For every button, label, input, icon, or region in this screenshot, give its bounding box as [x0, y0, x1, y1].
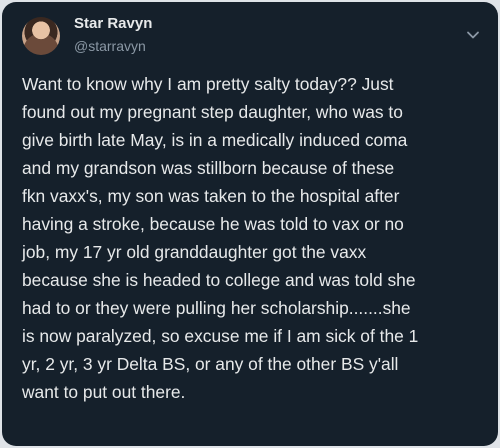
tweet-body: Want to know why I am pretty salty today… — [22, 70, 492, 406]
tweet-line: yr, 2 yr, 3 yr Delta BS, or any of the o… — [22, 354, 399, 374]
tweet-line: is now paralyzed, so excuse me if I am s… — [22, 326, 419, 346]
tweet-line: Want to know why I am pretty salty today… — [22, 74, 394, 94]
tweet-line: want to put out there. — [22, 382, 186, 402]
chevron-down-icon — [467, 31, 479, 39]
more-options-button[interactable] — [462, 24, 484, 46]
tweet-line: and my grandson was stillborn because of… — [22, 158, 395, 178]
author-display-name[interactable]: Star Ravyn — [74, 14, 152, 34]
avatar[interactable] — [22, 17, 60, 55]
tweet-card[interactable]: Star Ravyn @starravyn Want to know why I… — [2, 2, 498, 446]
tweet-line: job, my 17 yr old granddaughter got the … — [22, 242, 367, 262]
tweet-line: having a stroke, because he was told to … — [22, 214, 404, 234]
author-handle[interactable]: @starravyn — [74, 36, 146, 56]
tweet-line: give birth late May, is in a medically i… — [22, 130, 408, 150]
tweet-line: fkn vaxx's, my son was taken to the hosp… — [22, 186, 400, 206]
tweet-line: found out my pregnant step daughter, who… — [22, 102, 403, 122]
tweet-line: because she is headed to college and was… — [22, 270, 416, 290]
tweet-line: had to or they were pulling her scholars… — [22, 298, 411, 318]
